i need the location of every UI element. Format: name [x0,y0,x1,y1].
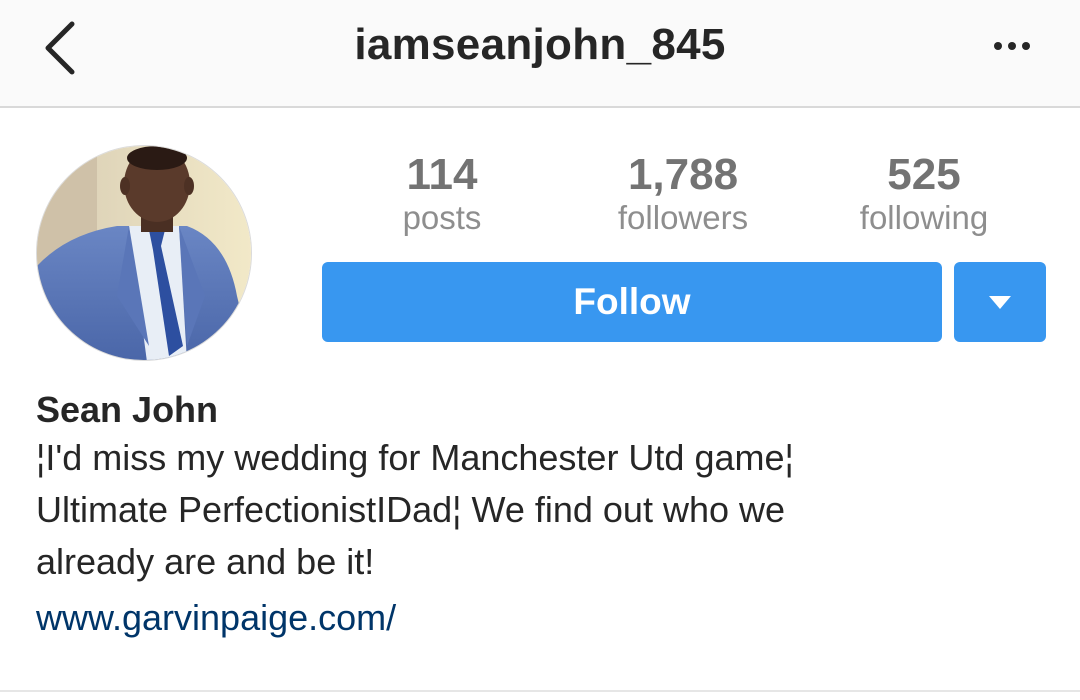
followers-label: followers [617,199,749,236]
profile-stats: 114 posts 1,788 followers 525 following [322,150,1046,240]
profile-screen: iamseanjohn_845 114 posts 1,788 follower… [0,0,1080,700]
profile-photo [37,146,251,360]
bio-line: Ultimate PerfectionistIDad¦ We find out … [36,489,786,530]
more-dot [1022,42,1030,50]
profile-full-name: Sean John [36,389,219,430]
posts-label: posts [402,199,482,236]
more-horizontal-icon [994,42,1002,50]
bio-line: ¦I'd miss my wedding for Manchester Utd … [36,437,794,478]
divider [0,690,1080,692]
more-dot [1008,42,1016,50]
posts-stat[interactable]: 114 posts [342,150,542,236]
suggested-accounts-dropdown-button[interactable] [954,262,1046,342]
following-stat[interactable]: 525 following [824,150,1024,236]
website-link[interactable]: www.garvinpaige.com/ [36,592,1046,644]
top-nav-bar: iamseanjohn_845 [0,0,1080,108]
more-options-button[interactable] [982,24,1042,68]
profile-username: iamseanjohn_845 [354,20,726,69]
follow-button[interactable]: Follow [322,262,942,342]
avatar[interactable] [36,145,252,361]
posts-count: 114 [406,150,478,199]
following-label: following [859,199,989,236]
followers-stat[interactable]: 1,788 followers [583,150,783,236]
following-count: 525 [887,150,961,199]
bio-line: already are and be it! [36,541,375,582]
caret-down-icon [989,295,1011,309]
profile-bio: Sean John ¦I'd miss my wedding for Manch… [36,388,1046,644]
followers-count: 1,788 [627,150,739,199]
